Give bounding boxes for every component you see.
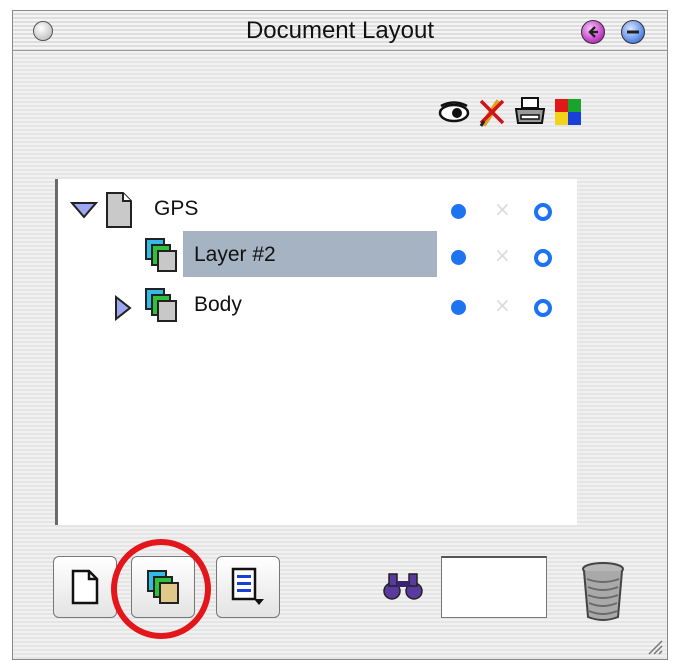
title-bar[interactable]: Document Layout [13,11,667,51]
list-item[interactable]: Layer #2 × [58,235,558,279]
collapse-arrow-icon [588,26,598,38]
pencil-icon[interactable] [475,95,509,129]
lock-x-icon[interactable]: × [494,293,511,317]
disclosure-collapsed-icon[interactable] [114,295,132,321]
options-button[interactable] [216,556,280,618]
collapse-button[interactable] [581,20,605,44]
list-item[interactable]: Body × [58,285,558,329]
layer-name-body: Body [194,293,242,316]
print-ring-icon[interactable] [534,203,552,221]
layer-icon [145,288,177,322]
new-page-button[interactable] [53,556,117,618]
print-ring-icon[interactable] [534,249,552,267]
visible-dot-icon[interactable] [451,300,466,315]
visible-dot-icon[interactable] [451,204,466,219]
binoculars-icon[interactable] [381,571,425,601]
disclosure-expanded-icon[interactable] [70,201,98,219]
list-scroll-area[interactable] [577,179,603,525]
layer-name-gps: GPS [154,197,199,220]
minimize-button[interactable] [621,20,645,44]
list-item[interactable]: GPS × [58,189,558,233]
print-ring-icon[interactable] [534,299,552,317]
minus-icon [627,30,639,34]
layer-name-layer-2: Layer #2 [194,243,276,266]
document-layout-window: Document Layout GPS × Layer #2 × Body × [12,10,668,660]
layer-list: GPS × Layer #2 × Body × [55,179,603,525]
new-page-icon [71,569,99,605]
visible-dot-icon[interactable] [451,250,466,265]
find-input[interactable] [441,556,547,618]
new-layer-button[interactable] [131,556,195,618]
printer-icon[interactable] [513,95,547,129]
trash-icon[interactable] [579,559,627,623]
new-layer-icon [147,570,179,604]
eye-icon[interactable] [437,95,471,129]
window-title: Document Layout [245,17,435,44]
document-icon [106,192,132,228]
list-options-icon [231,567,264,605]
lock-x-icon[interactable]: × [494,243,511,267]
lock-x-icon[interactable]: × [494,197,511,221]
resize-grip-icon[interactable] [643,635,663,655]
colors-icon[interactable] [551,95,585,129]
layer-icon [145,238,177,272]
